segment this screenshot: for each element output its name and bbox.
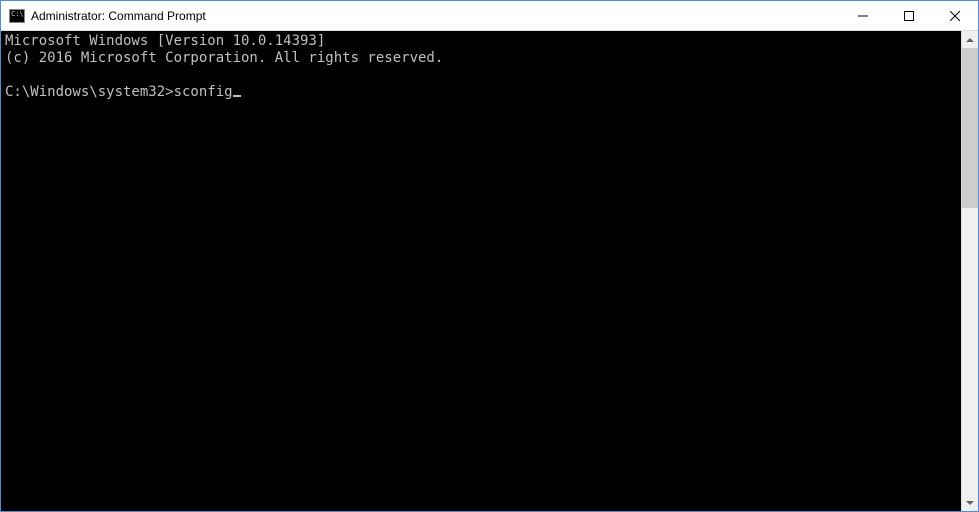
version-line: Microsoft Windows [Version 10.0.14393] [5, 33, 325, 49]
chevron-down-icon [966, 501, 974, 505]
prompt-text: C:\Windows\system32> [5, 84, 174, 100]
window-title: Administrator: Command Prompt [31, 9, 840, 23]
command-prompt-window: Administrator: Command Prompt Microsoft … [0, 0, 979, 512]
command-input[interactable]: sconfig [174, 84, 233, 100]
maximize-button[interactable] [886, 1, 932, 30]
scroll-down-button[interactable] [962, 494, 978, 511]
scroll-thumb[interactable] [962, 48, 978, 208]
terminal-output[interactable]: Microsoft Windows [Version 10.0.14393] (… [1, 31, 961, 511]
window-controls [840, 1, 978, 30]
chevron-up-icon [966, 38, 974, 42]
text-cursor [233, 95, 241, 97]
minimize-button[interactable] [840, 1, 886, 30]
close-button[interactable] [932, 1, 978, 30]
vertical-scrollbar[interactable] [961, 31, 978, 511]
minimize-icon [858, 11, 868, 21]
copyright-line: (c) 2016 Microsoft Corporation. All righ… [5, 50, 443, 66]
client-area: Microsoft Windows [Version 10.0.14393] (… [1, 31, 978, 511]
titlebar[interactable]: Administrator: Command Prompt [1, 1, 978, 31]
maximize-icon [904, 11, 914, 21]
cmd-icon [9, 9, 25, 23]
scroll-up-button[interactable] [962, 31, 978, 48]
scroll-track[interactable] [962, 48, 978, 494]
close-icon [950, 11, 960, 21]
